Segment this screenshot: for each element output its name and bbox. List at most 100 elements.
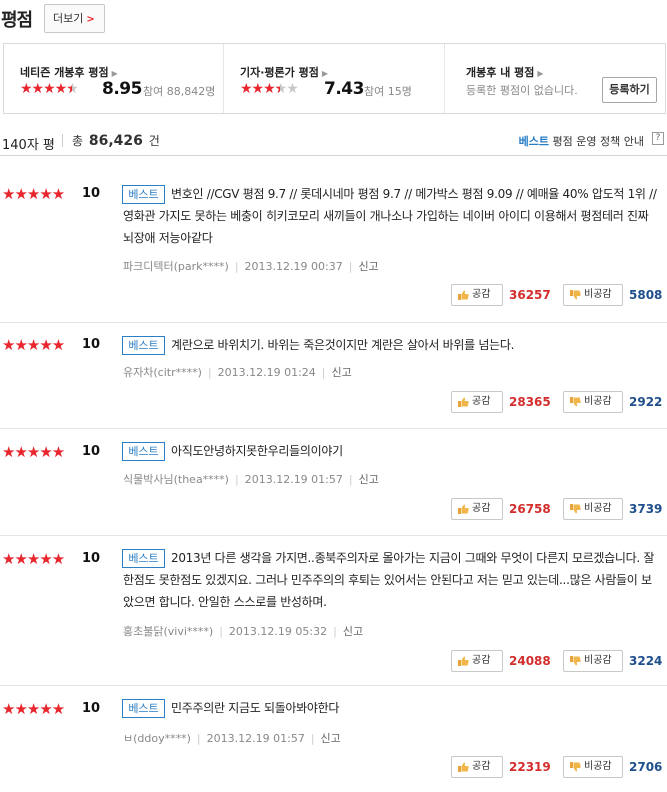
review-type-label: 140자 평 (2, 138, 55, 153)
dislike-label: 비공감 (584, 396, 612, 407)
critic-star-rating: ★★★★★★ (240, 81, 299, 97)
like-button[interactable]: 공감 (451, 756, 503, 778)
dislike-button[interactable]: 비공감 (563, 756, 623, 778)
review-score: 10 (82, 444, 101, 459)
review-summary-bar: 140자 평 총 86,426 건 베스트 평점 운영 정책 안내 ? (0, 128, 667, 156)
review-author[interactable]: 홍초불닭(vivi****) (123, 625, 213, 638)
like-count: 22319 (509, 760, 551, 774)
dislike-label: 비공감 (584, 289, 612, 300)
like-count: 36257 (509, 288, 551, 302)
review-text: 2013년 다른 생각을 가지면..종북주의자로 몰아가는 지금이 그때와 무엇… (123, 551, 655, 609)
divider: | (333, 625, 337, 638)
review-text: 민주주의란 지금도 되돌아봐야한다 (171, 701, 340, 715)
review-author[interactable]: 식물박사님(thea****) (123, 473, 229, 486)
more-button[interactable]: 더보기 > (44, 4, 105, 33)
critic-score-section: 기자·평론가 평점▶ ★★★★★★ 7.43 참여 15명 (223, 44, 443, 113)
total-count: 86,426 (88, 133, 143, 149)
dislike-count: 5808 (629, 288, 663, 302)
dislike-label: 비공감 (584, 655, 612, 666)
policy-best-label: 베스트 (518, 135, 550, 148)
review-meta: ㅂ(ddoy****) | 2013.12.19 01:57 | 신고 (123, 730, 341, 746)
dislike-button[interactable]: 비공감 (563, 498, 623, 520)
critic-score-value: 7.43 (324, 79, 364, 99)
divider: | (348, 260, 353, 273)
review-text: 아직도안녕하지못한우리들의이야기 (171, 444, 343, 458)
triangle-right-icon: ▶ (537, 69, 544, 78)
dislike-button[interactable]: 비공감 (563, 650, 623, 672)
thumbs-up-icon (458, 290, 469, 300)
divider: | (234, 473, 239, 486)
section-title: 평점 (1, 10, 33, 31)
report-link[interactable]: 신고 (358, 260, 378, 273)
review-author[interactable]: 파크디텍터(park****) (123, 260, 229, 273)
dislike-label: 비공감 (584, 503, 612, 514)
like-button[interactable]: 공감 (451, 391, 503, 413)
report-link[interactable]: 신고 (343, 625, 363, 638)
review-author[interactable]: ㅂ(ddoy****) (123, 732, 191, 745)
netizen-score-label: 네티즌 개봉후 평점 (20, 66, 109, 79)
like-label: 공감 (472, 655, 491, 666)
divider: | (348, 473, 353, 486)
policy-link[interactable]: 베스트 평점 운영 정책 안내 (519, 133, 644, 149)
thumbs-down-icon (570, 762, 581, 772)
review-item: ★★★★★ 10 베스트 아직도안녕하지못한우리들의이야기 식물박사님(thea… (0, 429, 667, 536)
like-count: 24088 (509, 654, 551, 668)
dislike-button[interactable]: 비공감 (563, 284, 623, 306)
review-date: 2013.12.19 01:57 (244, 473, 343, 486)
divider: | (310, 732, 315, 745)
report-link[interactable]: 신고 (321, 732, 341, 745)
review-total: 총 86,426 건 (72, 132, 160, 149)
dislike-label: 비공감 (584, 761, 612, 772)
critic-score-link[interactable]: 기자·평론가 평점 ▶ (240, 64, 328, 80)
dislike-count: 3739 (629, 502, 663, 516)
report-link[interactable]: 신고 (332, 366, 352, 379)
dislike-count: 3224 (629, 654, 663, 668)
rating-header: 평점 더보기 > (0, 0, 667, 42)
divider: | (321, 366, 326, 379)
thumbs-up-icon (458, 397, 469, 407)
report-link[interactable]: 신고 (359, 473, 379, 486)
my-score-link[interactable]: 개봉후 내 평점 ▶ (466, 64, 544, 80)
register-score-button[interactable]: 등록하기 (602, 77, 657, 103)
review-star-rating: ★★★★★ (2, 336, 65, 354)
review-text: 계란으로 바위치기. 바위는 죽은것이지만 계란은 살아서 바위를 넘는다. (171, 338, 515, 352)
netizen-star-rating: ★★★★★★ (20, 81, 79, 97)
review-score: 10 (82, 551, 101, 566)
review-date: 2013.12.19 00:37 (244, 260, 343, 273)
review-item: ★★★★★ 10 베스트 민주주의란 지금도 되돌아봐야한다 ㅂ(ddoy***… (0, 686, 667, 792)
like-count: 28365 (509, 395, 551, 409)
my-score-section: 개봉후 내 평점 ▶ 등록한 평점이 없습니다. 등록하기 (444, 44, 665, 113)
like-button[interactable]: 공감 (451, 498, 503, 520)
thumbs-down-icon (570, 504, 581, 514)
thumbs-down-icon (570, 290, 581, 300)
help-icon[interactable]: ? (652, 132, 664, 145)
dislike-count: 2706 (629, 760, 663, 774)
thumbs-up-icon (458, 656, 469, 666)
review-item: ★★★★★ 10 베스트 계란으로 바위치기. 바위는 죽은것이지만 계란은 살… (0, 323, 667, 429)
review-meta: 홍초불닭(vivi****) | 2013.12.19 05:32 | 신고 (123, 623, 363, 639)
review-text: 변호인 //CGV 평점 9.7 // 롯데시네마 평점 9.7 // 메가박스… (123, 187, 657, 245)
review-score: 10 (82, 186, 101, 201)
review-star-rating: ★★★★★ (2, 185, 65, 203)
dislike-count: 2922 (629, 395, 663, 409)
triangle-right-icon: ▶ (111, 69, 118, 78)
thumbs-up-icon (458, 762, 469, 772)
critic-score-label: 기자·평론가 평점 (240, 66, 319, 79)
review-date: 2013.12.19 01:24 (217, 366, 316, 379)
divider: | (234, 260, 239, 273)
dislike-button[interactable]: 비공감 (563, 391, 623, 413)
netizen-score-link[interactable]: 네티즌 개봉후 평점 ▶ (20, 64, 118, 80)
more-button-label: 더보기 (53, 12, 84, 25)
divider: | (219, 625, 223, 638)
like-button[interactable]: 공감 (451, 650, 503, 672)
critic-participants: 참여 15명 (364, 85, 412, 98)
like-label: 공감 (472, 761, 491, 772)
review-author[interactable]: 유자차(citr****) (123, 366, 202, 379)
like-label: 공감 (472, 289, 491, 300)
divider (62, 134, 63, 147)
divider: | (196, 732, 201, 745)
chevron-right-icon: > (86, 14, 95, 25)
review-score: 10 (82, 701, 101, 716)
netizen-score-value: 8.95 (102, 79, 142, 99)
like-button[interactable]: 공감 (451, 284, 503, 306)
